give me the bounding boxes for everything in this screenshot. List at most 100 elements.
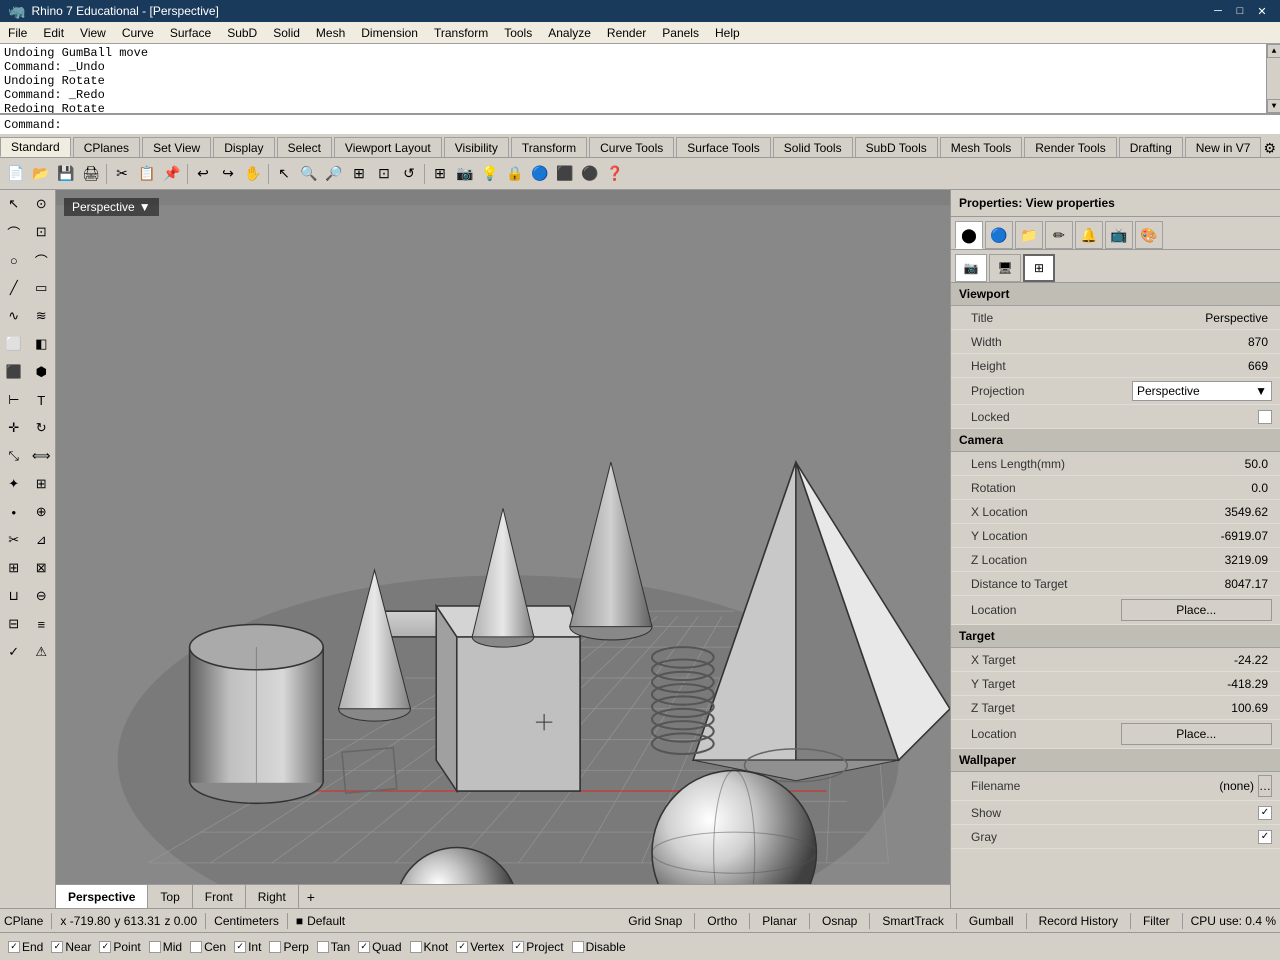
- menu-edit[interactable]: Edit: [35, 22, 72, 43]
- redo-button[interactable]: ↪: [216, 162, 240, 186]
- tab-subd-tools[interactable]: SubD Tools: [855, 137, 938, 157]
- bool-diff-tool[interactable]: ⊖: [28, 582, 56, 610]
- settings-icon[interactable]: ⚙: [1263, 140, 1276, 157]
- target-place-button[interactable]: Place...: [1121, 723, 1273, 745]
- pan-button[interactable]: ✋: [241, 162, 265, 186]
- panel-sub-grid[interactable]: ⊞: [1023, 254, 1055, 282]
- select-tool[interactable]: ↖: [0, 190, 28, 218]
- snap-int[interactable]: ✓ Int: [230, 940, 265, 954]
- circle-tool[interactable]: ○: [0, 246, 28, 274]
- snap-end[interactable]: ✓ End: [4, 940, 47, 954]
- arc-tool[interactable]: ⌒: [28, 246, 56, 274]
- snap-vertex-checkbox[interactable]: ✓: [456, 941, 468, 953]
- rotate-view-button[interactable]: ↺: [397, 162, 421, 186]
- render-button[interactable]: ⬛: [553, 162, 577, 186]
- snap-near[interactable]: ✓ Near: [47, 940, 95, 954]
- snap-knot[interactable]: Knot: [406, 940, 453, 954]
- tab-transform[interactable]: Transform: [511, 137, 587, 157]
- viewport-section-header[interactable]: Viewport: [951, 283, 1280, 306]
- gumball-tool[interactable]: ✦: [0, 470, 28, 498]
- snap-mid-checkbox[interactable]: [149, 941, 161, 953]
- snap-to-tool[interactable]: ⊕: [28, 498, 56, 526]
- panel-sub-camera[interactable]: 📷: [955, 254, 987, 282]
- save-button[interactable]: 💾: [54, 162, 78, 186]
- snap-perp[interactable]: Perp: [265, 940, 312, 954]
- select-button[interactable]: ↖: [272, 162, 296, 186]
- line-tool[interactable]: ╱: [0, 274, 28, 302]
- array-tool[interactable]: ⊞: [28, 470, 56, 498]
- tab-new-v7[interactable]: New in V7: [1185, 137, 1262, 157]
- snap-point[interactable]: ✓ Point: [95, 940, 144, 954]
- gumball-btn[interactable]: Gumball: [965, 914, 1018, 928]
- zoom-in-button[interactable]: 🔍: [297, 162, 321, 186]
- camera-section-header[interactable]: Camera: [951, 429, 1280, 452]
- snap-tan[interactable]: Tan: [313, 940, 354, 954]
- close-button[interactable]: ✕: [1252, 3, 1272, 19]
- snap-cen-checkbox[interactable]: [190, 941, 202, 953]
- snap-project[interactable]: ✓ Project: [508, 940, 567, 954]
- open-button[interactable]: 📂: [29, 162, 53, 186]
- undo-button[interactable]: ↩: [191, 162, 215, 186]
- filter-btn[interactable]: Filter: [1139, 914, 1174, 928]
- prop-locked-checkbox[interactable]: [1258, 410, 1272, 424]
- snap-vertex[interactable]: ✓ Vertex: [452, 940, 508, 954]
- ortho-btn[interactable]: Ortho: [703, 914, 741, 928]
- snap-point-checkbox[interactable]: ✓: [99, 941, 111, 953]
- snap-quad[interactable]: ✓ Quad: [354, 940, 405, 954]
- menu-solid[interactable]: Solid: [265, 22, 308, 43]
- snap-perp-checkbox[interactable]: [269, 941, 281, 953]
- zoom-extent-button[interactable]: ⊡: [372, 162, 396, 186]
- copy-button[interactable]: 📋: [135, 162, 159, 186]
- rotate3d-tool[interactable]: ↻: [28, 414, 56, 442]
- panel-tab-render[interactable]: 🎨: [1135, 221, 1163, 249]
- explode-tool[interactable]: ⊠: [28, 554, 56, 582]
- move-tool[interactable]: ✛: [0, 414, 28, 442]
- freeform-tool[interactable]: ≋: [28, 302, 56, 330]
- check-tool[interactable]: ✓: [0, 638, 28, 666]
- smarttrack-btn[interactable]: SmartTrack: [878, 914, 948, 928]
- material-button[interactable]: 🔵: [528, 162, 552, 186]
- menu-file[interactable]: File: [0, 22, 35, 43]
- vp-tab-add[interactable]: +: [299, 887, 323, 907]
- menu-analyze[interactable]: Analyze: [540, 22, 599, 43]
- menu-mesh[interactable]: Mesh: [308, 22, 353, 43]
- menu-view[interactable]: View: [72, 22, 114, 43]
- join-tool[interactable]: ⊞: [0, 554, 28, 582]
- minimize-button[interactable]: ─: [1208, 3, 1228, 19]
- viewport-area[interactable]: Perspective ▼: [56, 190, 950, 908]
- lock-button[interactable]: 🔒: [503, 162, 527, 186]
- curve-tool[interactable]: ∿: [0, 302, 28, 330]
- snap-quad-checkbox[interactable]: ✓: [358, 941, 370, 953]
- paste-button[interactable]: 📌: [160, 162, 184, 186]
- dim-tool[interactable]: ⊢: [0, 386, 28, 414]
- bool-union-tool[interactable]: ⊔: [0, 582, 28, 610]
- wallpaper-browse-button[interactable]: …: [1258, 775, 1272, 797]
- vp-tab-right[interactable]: Right: [246, 885, 299, 908]
- vp-tab-front[interactable]: Front: [193, 885, 246, 908]
- print-button[interactable]: 🖨: [79, 162, 103, 186]
- tab-drafting[interactable]: Drafting: [1119, 137, 1183, 157]
- snap-near-checkbox[interactable]: ✓: [51, 941, 63, 953]
- snap-disable-checkbox[interactable]: [572, 941, 584, 953]
- menu-dimension[interactable]: Dimension: [353, 22, 426, 43]
- panel-sub-display[interactable]: 🖥: [989, 254, 1021, 282]
- panel-tab-material[interactable]: 🔵: [985, 221, 1013, 249]
- surface2-tool[interactable]: ◧: [28, 330, 56, 358]
- split-tool[interactable]: ⊿: [28, 526, 56, 554]
- scroll-down[interactable]: ▼: [1267, 99, 1280, 113]
- prop-show-checkbox[interactable]: ✓: [1258, 806, 1272, 820]
- vp-tab-perspective[interactable]: Perspective: [56, 885, 148, 908]
- panel-tab-edit[interactable]: ✏: [1045, 221, 1073, 249]
- scale-tool[interactable]: ⤡: [0, 442, 28, 470]
- tab-curve-tools[interactable]: Curve Tools: [589, 137, 674, 157]
- tab-standard[interactable]: Standard: [0, 137, 71, 157]
- menu-panels[interactable]: Panels: [654, 22, 707, 43]
- light-button[interactable]: 💡: [478, 162, 502, 186]
- tab-select[interactable]: Select: [277, 137, 332, 157]
- panel-tab-view[interactable]: 📺: [1105, 221, 1133, 249]
- viewport-dropdown-icon[interactable]: ▼: [139, 200, 151, 214]
- tab-display[interactable]: Display: [213, 137, 274, 157]
- tab-surface-tools[interactable]: Surface Tools: [676, 137, 771, 157]
- camera-place-button[interactable]: Place...: [1121, 599, 1273, 621]
- panel-tab-folder[interactable]: 📁: [1015, 221, 1043, 249]
